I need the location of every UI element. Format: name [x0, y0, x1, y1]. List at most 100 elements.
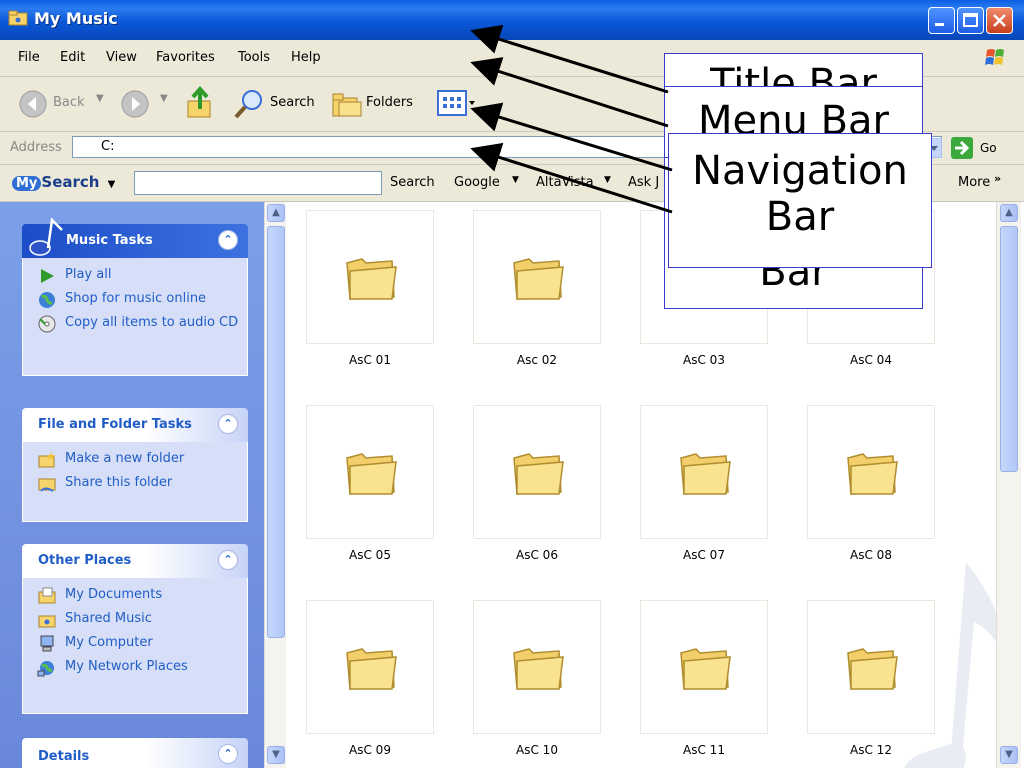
menu-help[interactable]: Help [291, 50, 321, 65]
place-my-computer[interactable]: My Computer [23, 632, 247, 656]
search-icon[interactable] [232, 87, 266, 121]
folder-tile[interactable] [640, 405, 768, 539]
mysearch-input[interactable] [134, 171, 382, 195]
maximize-button[interactable] [957, 7, 984, 34]
collapse-chevron-icon[interactable]: ⌃ [218, 550, 238, 570]
menu-tools[interactable]: Tools [238, 50, 270, 65]
go-button-label[interactable]: Go [980, 141, 997, 155]
callout-navigation-bar: Navigation Bar [668, 133, 932, 268]
task-pane-scrollbar[interactable]: ▲ ▼ [264, 202, 287, 768]
folder-label[interactable]: AsC 07 [640, 548, 768, 562]
folder-tile[interactable] [807, 405, 935, 539]
file-folder-tasks-body: Make a new folder Share this folder [22, 442, 248, 522]
mysearch-dropdown-icon[interactable]: ▼ [108, 179, 116, 190]
folder-label[interactable]: AsC 03 [640, 353, 768, 367]
folder-label[interactable]: Asc 02 [473, 353, 601, 367]
more-button[interactable]: More [958, 175, 990, 190]
address-label: Address [10, 140, 62, 155]
collapse-chevron-icon[interactable]: ⌃ [218, 414, 238, 434]
folder-tile[interactable] [306, 405, 434, 539]
music-note-icon [29, 217, 63, 256]
task-share-folder[interactable]: Share this folder [23, 472, 247, 496]
folder-label[interactable]: AsC 01 [306, 353, 434, 367]
folders-button-label[interactable]: Folders [366, 95, 413, 110]
folder-icon [346, 453, 397, 495]
place-shared-music[interactable]: Shared Music [23, 608, 247, 632]
folder-icon [513, 258, 564, 300]
music-tasks-group: Music Tasks ⌃ Play all Shop for music on… [22, 217, 248, 376]
globe-icon [39, 292, 55, 308]
task-new-folder[interactable]: Make a new folder [23, 448, 247, 472]
file-folder-tasks-header[interactable]: File and Folder Tasks ⌃ [22, 408, 248, 442]
scroll-thumb[interactable] [1000, 226, 1018, 472]
mysearch-search-button[interactable]: Search [390, 175, 435, 190]
search-button-label[interactable]: Search [270, 95, 315, 110]
folder-tile[interactable] [807, 600, 935, 734]
menu-view[interactable]: View [106, 50, 137, 65]
scroll-down-icon[interactable]: ▼ [267, 746, 285, 764]
engine-altavista[interactable]: AltaVista [536, 175, 594, 190]
back-button-label[interactable]: Back [53, 95, 85, 110]
folder-tile[interactable] [306, 600, 434, 734]
views-icon[interactable] [436, 89, 476, 119]
folder-tile[interactable] [473, 600, 601, 734]
back-arrow-icon[interactable] [18, 89, 48, 119]
task-label: Make a new folder [65, 451, 185, 466]
minimize-button[interactable] [928, 7, 955, 34]
folder-tile[interactable] [473, 210, 601, 344]
menu-favorites[interactable]: Favorites [156, 50, 215, 65]
folder-label[interactable]: AsC 04 [807, 353, 935, 367]
folder-label[interactable]: AsC 08 [807, 548, 935, 562]
back-dropdown-icon[interactable]: ▼ [96, 93, 104, 104]
folder-icon [847, 648, 898, 690]
mysearch-logo-my: My [12, 176, 42, 191]
task-shop-music[interactable]: Shop for music online [23, 288, 247, 312]
folder-label[interactable]: AsC 09 [306, 743, 434, 757]
details-header[interactable]: Details ⌃ [22, 738, 248, 768]
scroll-down-icon[interactable]: ▼ [1000, 746, 1018, 764]
engine-google[interactable]: Google [454, 175, 500, 190]
scroll-thumb[interactable] [267, 226, 285, 638]
folder-label[interactable]: AsC 11 [640, 743, 768, 757]
folder-icon [680, 453, 731, 495]
scroll-up-icon[interactable]: ▲ [267, 204, 285, 222]
task-label: Copy all items to audio CD [65, 315, 239, 330]
folder-label[interactable]: AsC 05 [306, 548, 434, 562]
folder-label[interactable]: AsC 10 [473, 743, 601, 757]
task-copy-cd[interactable]: Copy all items to audio CD [23, 312, 247, 336]
up-folder-icon[interactable] [184, 85, 216, 121]
other-places-header[interactable]: Other Places ⌃ [22, 544, 248, 578]
windows-logo-icon [982, 44, 1010, 72]
mysearch-logo[interactable]: My Search ▼ [12, 173, 115, 191]
task-label: Play all [65, 267, 112, 282]
folder-label[interactable]: AsC 06 [473, 548, 601, 562]
place-my-documents[interactable]: My Documents [23, 584, 247, 608]
address-value: C: [101, 139, 115, 154]
collapse-chevron-icon[interactable]: ⌃ [218, 744, 238, 764]
menu-edit[interactable]: Edit [60, 50, 85, 65]
folder-tile[interactable] [306, 210, 434, 344]
go-arrow-icon[interactable] [950, 136, 974, 160]
altavista-dropdown-icon[interactable]: ▼ [604, 175, 611, 185]
folder-tile[interactable] [473, 405, 601, 539]
callout-navigation-bar-text: Navigation Bar [692, 148, 908, 240]
menu-file[interactable]: File [18, 50, 40, 65]
minimize-icon [935, 23, 944, 26]
collapse-chevron-icon[interactable]: ⌃ [218, 230, 238, 250]
music-tasks-header[interactable]: Music Tasks ⌃ [22, 217, 248, 258]
forward-arrow-icon[interactable] [120, 89, 150, 119]
title-bar[interactable]: My Music [0, 0, 1024, 40]
content-scrollbar[interactable]: ▲ ▼ [996, 202, 1021, 768]
folders-icon[interactable] [330, 88, 364, 120]
task-play-all[interactable]: Play all [23, 264, 247, 288]
google-dropdown-icon[interactable]: ▼ [512, 175, 519, 185]
more-chevron-icon[interactable]: » [994, 172, 1001, 185]
folder-tile[interactable] [640, 600, 768, 734]
place-network-places[interactable]: My Network Places [23, 656, 247, 680]
folder-icon [680, 648, 731, 690]
engine-ask[interactable]: Ask J [628, 175, 659, 190]
forward-dropdown-icon[interactable]: ▼ [160, 93, 168, 104]
scroll-up-icon[interactable]: ▲ [1000, 204, 1018, 222]
folder-label[interactable]: AsC 12 [807, 743, 935, 757]
close-button[interactable] [986, 7, 1013, 34]
